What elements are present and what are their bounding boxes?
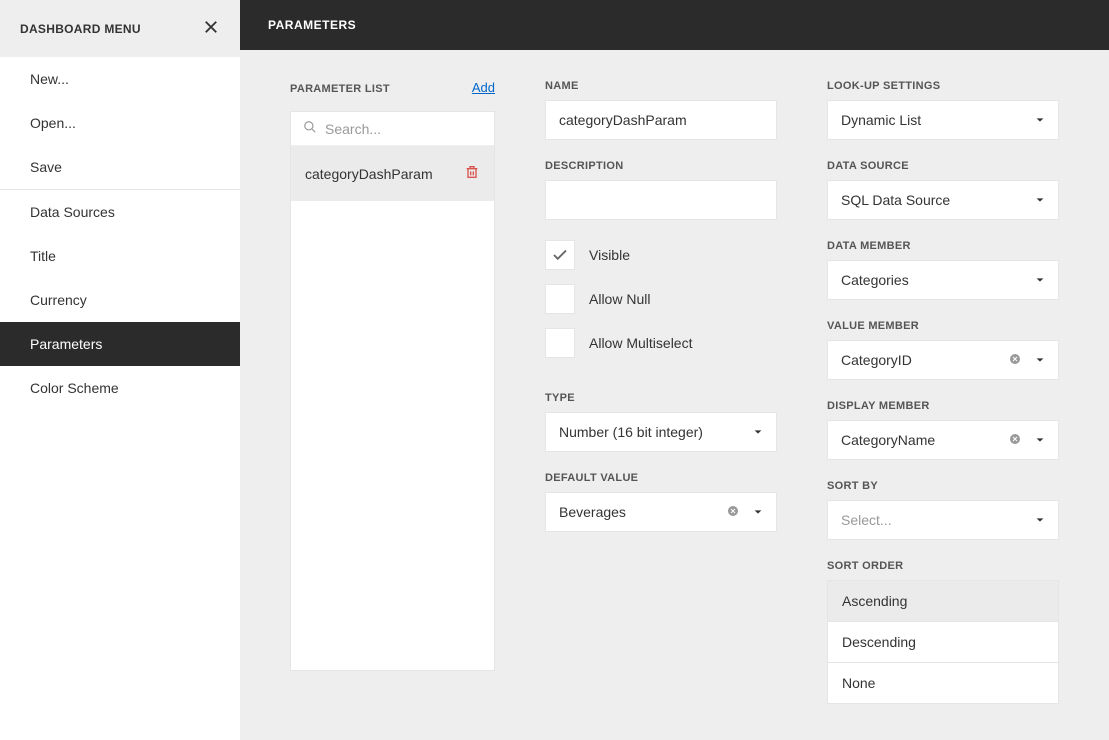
data-source-select[interactable]: SQL Data Source [827, 180, 1059, 220]
data-member-value: Categories [841, 272, 909, 288]
visible-checkbox[interactable] [545, 240, 575, 270]
visible-label: Visible [589, 247, 630, 263]
menu-item-title[interactable]: Title [0, 234, 240, 278]
default-value-select[interactable]: Beverages [545, 492, 777, 532]
menu-item-currency[interactable]: Currency [0, 278, 240, 322]
default-value-value: Beverages [559, 504, 626, 520]
clear-icon[interactable] [1009, 352, 1021, 368]
list-item-label: categoryDashParam [305, 166, 433, 182]
parameter-list-box: categoryDashParam [290, 111, 495, 671]
chevron-down-icon [1035, 352, 1045, 368]
main: PARAMETERS PARAMETER LIST Add categoryDa… [240, 0, 1109, 740]
add-link[interactable]: Add [472, 80, 495, 95]
sort-by-placeholder: Select... [841, 512, 892, 528]
display-member-label: DISPLAY MEMBER [827, 400, 1059, 412]
sidebar-title: DASHBOARD MENU [20, 22, 141, 36]
menu-item-new[interactable]: New... [0, 57, 240, 101]
name-label: NAME [545, 80, 777, 92]
trash-icon[interactable] [464, 164, 480, 183]
paramlist-title: PARAMETER LIST [290, 83, 390, 95]
chevron-down-icon [1035, 272, 1045, 288]
data-source-label: DATA SOURCE [827, 160, 1059, 172]
search-wrap [291, 112, 494, 146]
menu-item-color-scheme[interactable]: Color Scheme [0, 366, 240, 410]
sort-order-descending[interactable]: Descending [828, 622, 1058, 663]
chevron-down-icon [753, 424, 763, 440]
allow-multiselect-label: Allow Multiselect [589, 335, 692, 351]
sidebar: DASHBOARD MENU New...Open...SaveData Sou… [0, 0, 240, 740]
value-member-label: VALUE MEMBER [827, 320, 1059, 332]
search-input[interactable] [325, 121, 482, 137]
data-source-value: SQL Data Source [841, 192, 950, 208]
chevron-down-icon [1035, 112, 1045, 128]
display-member-select[interactable]: CategoryName [827, 420, 1059, 460]
search-icon [303, 120, 317, 137]
lookup-settings-select[interactable]: Dynamic List [827, 100, 1059, 140]
topbar-title: PARAMETERS [240, 0, 1109, 50]
close-icon[interactable] [202, 18, 220, 39]
list-item[interactable]: categoryDashParam [291, 146, 494, 201]
clear-icon[interactable] [1009, 432, 1021, 448]
menu-item-save[interactable]: Save [0, 145, 240, 189]
menu-item-parameters[interactable]: Parameters [0, 322, 240, 366]
sort-by-label: SORT BY [827, 480, 1059, 492]
type-value: Number (16 bit integer) [559, 424, 703, 440]
lookup-settings-label: LOOK-UP SETTINGS [827, 80, 1059, 92]
default-value-label: DEFAULT VALUE [545, 472, 777, 484]
display-member-value: CategoryName [841, 432, 935, 448]
type-label: TYPE [545, 392, 777, 404]
name-input[interactable] [545, 100, 777, 140]
clear-icon[interactable] [727, 504, 739, 520]
menu-item-data-sources[interactable]: Data Sources [0, 190, 240, 234]
description-input[interactable] [545, 180, 777, 220]
lookup-settings-value: Dynamic List [841, 112, 921, 128]
allow-null-checkbox[interactable] [545, 284, 575, 314]
sort-order-label: SORT ORDER [827, 560, 1059, 572]
chevron-down-icon [1035, 512, 1045, 528]
chevron-down-icon [753, 504, 763, 520]
sort-order-group: AscendingDescendingNone [827, 580, 1059, 704]
data-member-label: DATA MEMBER [827, 240, 1059, 252]
allow-multiselect-checkbox[interactable] [545, 328, 575, 358]
sort-by-select[interactable]: Select... [827, 500, 1059, 540]
type-select[interactable]: Number (16 bit integer) [545, 412, 777, 452]
sort-order-ascending[interactable]: Ascending [828, 581, 1058, 622]
allow-null-label: Allow Null [589, 291, 650, 307]
menu-item-open[interactable]: Open... [0, 101, 240, 145]
sidebar-header: DASHBOARD MENU [0, 0, 240, 57]
chevron-down-icon [1035, 192, 1045, 208]
value-member-select[interactable]: CategoryID [827, 340, 1059, 380]
chevron-down-icon [1035, 432, 1045, 448]
data-member-select[interactable]: Categories [827, 260, 1059, 300]
description-label: DESCRIPTION [545, 160, 777, 172]
sort-order-none[interactable]: None [828, 663, 1058, 703]
value-member-value: CategoryID [841, 352, 912, 368]
